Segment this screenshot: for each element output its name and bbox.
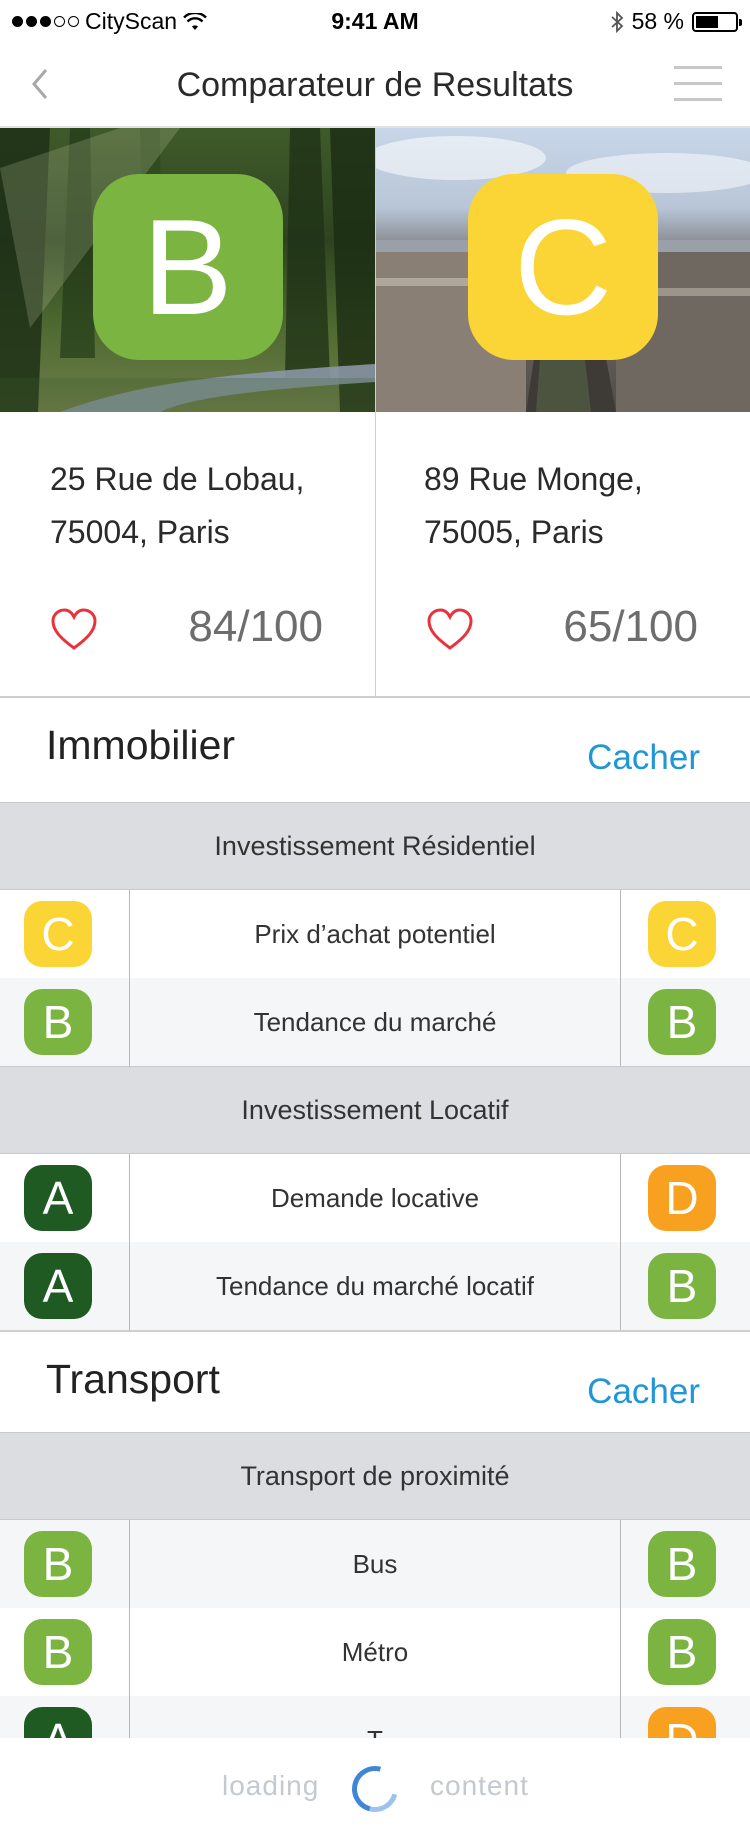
comparison-row: C Prix d’achat potentiel C bbox=[0, 890, 750, 978]
left-grade-badge: A bbox=[24, 1253, 92, 1319]
heart-icon bbox=[427, 608, 473, 650]
loading-text: loading bbox=[222, 1770, 320, 1801]
criterion-label: Tendance du marché locatif bbox=[216, 1271, 534, 1301]
section-header-immobilier: Immobilier Cacher bbox=[0, 698, 750, 802]
bluetooth-icon bbox=[610, 10, 623, 33]
criterion-label: Bus bbox=[352, 1549, 398, 1579]
comparison-row: B Tendance du marché B bbox=[0, 978, 750, 1066]
left-grade-badge: C bbox=[24, 901, 92, 967]
property-address: 89 Rue Monge, 75005, Paris bbox=[424, 453, 643, 559]
group-header: Transport de proximité bbox=[0, 1432, 750, 1520]
right-grade-badge: B bbox=[648, 1253, 716, 1319]
comparison-row: A Tendance du marché locatif B bbox=[0, 1242, 750, 1330]
right-grade-badge: D bbox=[648, 1165, 716, 1231]
loading-spinner-icon bbox=[343, 1757, 407, 1821]
comparison-row: A Demande locative D bbox=[0, 1154, 750, 1242]
page-title: Comparateur de Resultats bbox=[176, 66, 574, 104]
overall-grade-badge: C bbox=[468, 174, 658, 360]
hamburger-menu-icon bbox=[674, 66, 722, 69]
battery-info: 58 % bbox=[610, 8, 742, 35]
favorite-button[interactable] bbox=[50, 608, 98, 652]
comparison-row: B Métro B bbox=[0, 1608, 750, 1696]
criterion-label: Prix d’achat potentiel bbox=[254, 919, 496, 949]
content-text: content bbox=[430, 1770, 529, 1801]
hide-section-button[interactable]: Cacher bbox=[587, 1372, 700, 1412]
loading-footer: loading content bbox=[0, 1738, 750, 1836]
left-grade-badge: B bbox=[24, 989, 92, 1055]
left-grade-badge: B bbox=[24, 1619, 92, 1685]
criterion-label: Tendance du marché bbox=[253, 1007, 497, 1037]
criterion-label: Métro bbox=[341, 1637, 409, 1667]
address-street: 89 Rue Monge, bbox=[424, 461, 643, 497]
group-header: Investissement Locatif bbox=[0, 1066, 750, 1154]
hide-section-button[interactable]: Cacher bbox=[587, 738, 700, 778]
criterion-label: Demande locative bbox=[270, 1183, 480, 1213]
right-grade-badge: B bbox=[648, 1531, 716, 1597]
menu-button[interactable] bbox=[674, 66, 722, 104]
right-grade-badge: C bbox=[648, 901, 716, 967]
property-comparison: B 25 Rue de Lobau, 75004, Paris 84/100 C… bbox=[0, 128, 750, 698]
right-grade-badge: B bbox=[648, 989, 716, 1055]
favorite-button[interactable] bbox=[426, 608, 474, 652]
overall-grade-badge: B bbox=[92, 174, 283, 360]
property-score: 65/100 bbox=[563, 602, 698, 651]
address-city: 75004, Paris bbox=[50, 514, 230, 550]
comparison-row: B Bus B bbox=[0, 1520, 750, 1608]
section-title: Immobilier bbox=[46, 722, 236, 768]
property-card[interactable]: B 25 Rue de Lobau, 75004, Paris 84/100 bbox=[0, 128, 375, 696]
property-card[interactable]: C 89 Rue Monge, 75005, Paris 65/100 bbox=[375, 128, 750, 696]
address-street: 25 Rue de Lobau, bbox=[50, 461, 305, 497]
group-header: Investissement Résidentiel bbox=[0, 802, 750, 890]
property-photo: B bbox=[0, 128, 375, 412]
property-score: 84/100 bbox=[188, 602, 323, 651]
navigation-bar: Comparateur de Resultats bbox=[0, 42, 750, 128]
heart-icon bbox=[51, 608, 97, 650]
battery-percent: 58 % bbox=[631, 8, 684, 34]
left-grade-badge: A bbox=[24, 1165, 92, 1231]
status-bar: CityScan 9:41 AM 58 % bbox=[0, 0, 750, 42]
address-city: 75005, Paris bbox=[424, 514, 604, 550]
property-photo: C bbox=[376, 128, 750, 412]
left-grade-badge: B bbox=[24, 1531, 92, 1597]
section-title: Transport bbox=[46, 1356, 220, 1402]
battery-icon bbox=[692, 11, 742, 32]
right-grade-badge: B bbox=[648, 1619, 716, 1685]
section-header-transport: Transport Cacher bbox=[0, 1332, 750, 1436]
property-address: 25 Rue de Lobau, 75004, Paris bbox=[50, 453, 304, 559]
